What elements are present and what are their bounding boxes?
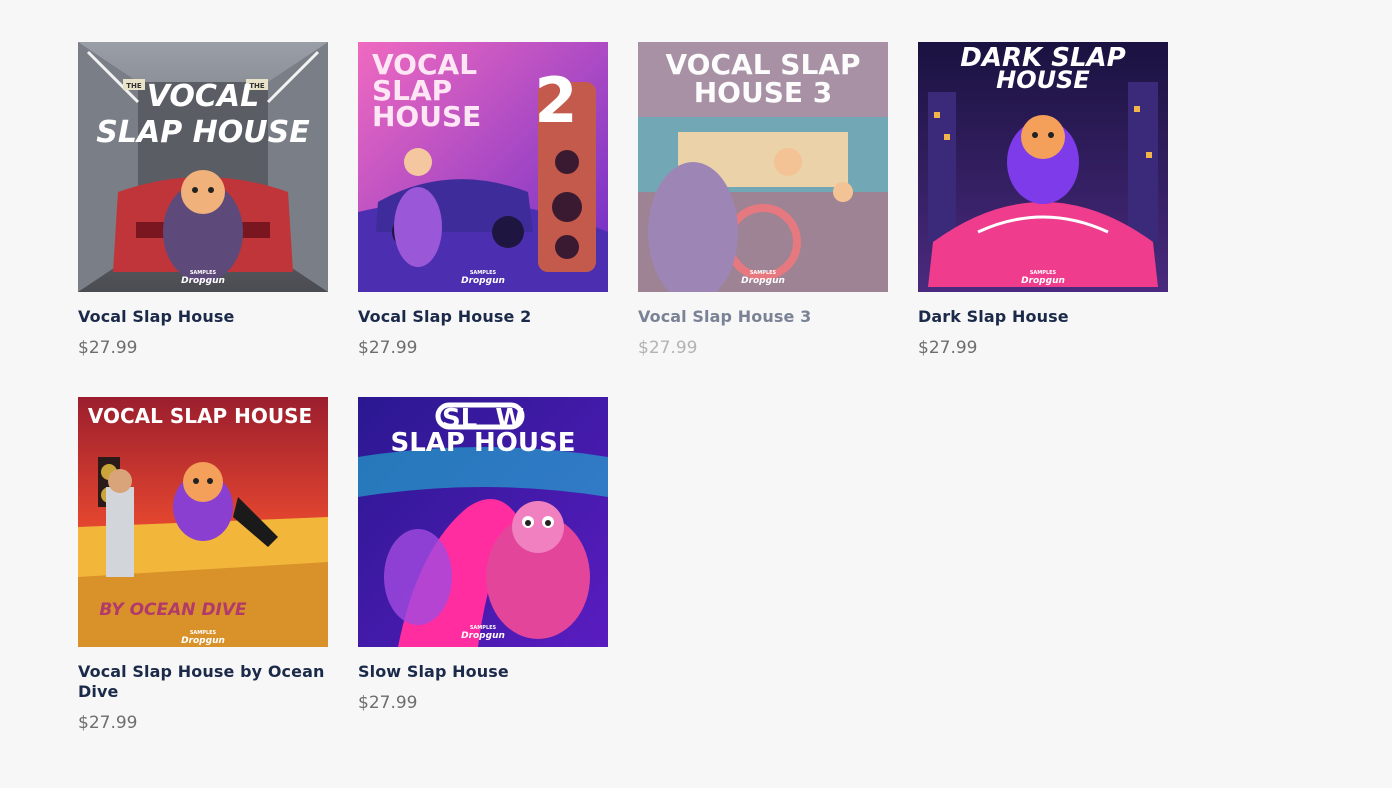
product-title[interactable]: Slow Slap House bbox=[358, 662, 608, 682]
cover-brand: Dropgun bbox=[461, 631, 505, 641]
cover-title-line-3: HOUSE bbox=[372, 100, 481, 133]
cover-title-line-1: VOCAL SLAP HOUSE bbox=[88, 404, 312, 428]
product-price: $27.99 bbox=[918, 338, 978, 358]
product-cover-image[interactable]: VOCAL SLAP HOUSE BY OCEAN DIVE SAMPLES D… bbox=[78, 397, 328, 647]
cover-title-line-1: VOCAL bbox=[147, 79, 260, 114]
product-cover-image[interactable]: DARK SLAP HOUSE SAMPLES Dropgun bbox=[918, 42, 1168, 292]
product-card[interactable]: THE THE VOCAL SLAP HOUSE SAMPLES Dropgun… bbox=[78, 42, 328, 397]
cover-brand: Dropgun bbox=[461, 276, 505, 286]
product-card[interactable]: VOCAL SLAP HOUSE 3 SAMPLES Dropgun Vocal… bbox=[638, 42, 888, 397]
cover-title-line-2: SLAP HOUSE bbox=[96, 115, 310, 150]
product-card[interactable]: VOCAL SLAP HOUSE 2 SAMPLES Dropgun Vocal… bbox=[358, 42, 608, 397]
product-title[interactable]: Dark Slap House bbox=[918, 307, 1168, 327]
product-card[interactable]: VOCAL SLAP HOUSE BY OCEAN DIVE SAMPLES D… bbox=[78, 397, 328, 734]
product-card[interactable]: DARK SLAP HOUSE SAMPLES Dropgun Dark Sla… bbox=[918, 42, 1168, 397]
cover-brand: Dropgun bbox=[181, 276, 225, 286]
cover-brand: Dropgun bbox=[741, 276, 785, 286]
product-title[interactable]: Vocal Slap House by Ocean Dive bbox=[78, 662, 328, 702]
cover-title-line-2: SLAP HOUSE bbox=[391, 428, 576, 458]
cover-tag: BY OCEAN DIVE bbox=[99, 600, 247, 620]
product-card[interactable]: SL W SLAP HOUSE SAMPLES Dropgun Slow Sla… bbox=[358, 397, 608, 734]
cover-number: 2 bbox=[534, 64, 577, 137]
cover-title-line-2: HOUSE bbox=[996, 66, 1090, 94]
product-cover-image[interactable]: SL W SLAP HOUSE SAMPLES Dropgun bbox=[358, 397, 608, 647]
product-title[interactable]: Vocal Slap House 2 bbox=[358, 307, 608, 327]
cover-brand: Dropgun bbox=[1021, 276, 1065, 286]
product-price: $27.99 bbox=[638, 338, 698, 358]
product-cover-image[interactable]: VOCAL SLAP HOUSE 2 SAMPLES Dropgun bbox=[358, 42, 608, 292]
product-title[interactable]: Vocal Slap House 3 bbox=[638, 307, 888, 327]
product-price: $27.99 bbox=[78, 713, 138, 733]
product-grid: THE THE VOCAL SLAP HOUSE SAMPLES Dropgun… bbox=[78, 42, 1168, 734]
product-price: $27.99 bbox=[358, 338, 418, 358]
cover-title-line-2: HOUSE 3 bbox=[694, 76, 833, 109]
product-title[interactable]: Vocal Slap House bbox=[78, 307, 328, 327]
cover-brand: Dropgun bbox=[181, 636, 225, 646]
cover-badge-left: THE bbox=[126, 82, 142, 90]
product-cover-image[interactable]: VOCAL SLAP HOUSE 3 SAMPLES Dropgun bbox=[638, 42, 888, 292]
product-cover-image[interactable]: THE THE VOCAL SLAP HOUSE SAMPLES Dropgun bbox=[78, 42, 328, 292]
product-price: $27.99 bbox=[358, 693, 418, 713]
product-price: $27.99 bbox=[78, 338, 138, 358]
